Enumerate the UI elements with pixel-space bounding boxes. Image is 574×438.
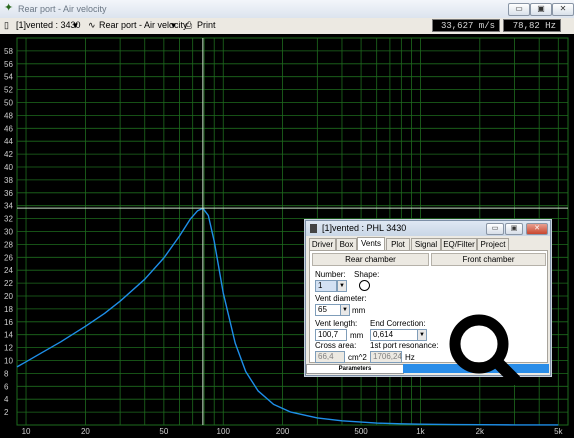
- y-tick-label: 48: [4, 111, 13, 120]
- y-tick-label: 8: [4, 369, 9, 378]
- vent-length-field[interactable]: 100,7: [315, 329, 347, 341]
- chevron-down-icon[interactable]: ▼: [71, 20, 80, 31]
- y-tick-label: 38: [4, 176, 13, 185]
- project-icon: ▯: [4, 20, 9, 30]
- dialog-minimize-button[interactable]: ▭: [486, 223, 504, 235]
- y-tick-label: 22: [4, 279, 13, 288]
- number-label: Number:: [315, 270, 346, 279]
- vent-length-unit: mm: [350, 331, 364, 340]
- y-tick-label: 34: [4, 202, 13, 211]
- tab-box[interactable]: Box: [336, 238, 357, 250]
- chevron-down-icon[interactable]: ▼: [417, 329, 427, 341]
- tab-vents[interactable]: Vents: [357, 237, 385, 251]
- x-tick-label: 500: [354, 427, 368, 436]
- graph-icon: ∿: [88, 20, 96, 30]
- x-tick-label: 100: [217, 427, 231, 436]
- front-chamber-button[interactable]: Front chamber: [431, 253, 546, 266]
- minimize-button[interactable]: ▭: [508, 3, 530, 16]
- chevron-down-icon[interactable]: ▼: [169, 20, 178, 31]
- y-tick-label: 30: [4, 228, 13, 237]
- y-tick-label: 12: [4, 344, 13, 353]
- y-tick-label: 36: [4, 189, 13, 198]
- peak-readout: 33,627 m/s peak: [432, 19, 500, 44]
- window-title: Rear port - Air velocity: [18, 4, 107, 14]
- y-tick-label: 52: [4, 86, 13, 95]
- y-tick-label: 32: [4, 215, 13, 224]
- y-tick-label: 50: [4, 99, 13, 108]
- end-correction-field[interactable]: 0,614: [370, 329, 418, 341]
- y-tick-label: 28: [4, 240, 13, 249]
- tab-driver[interactable]: Driver: [309, 238, 336, 250]
- vent-diameter-label: Vent diameter:: [315, 294, 367, 303]
- y-tick-label: 4: [4, 395, 9, 404]
- dialog-title-bar[interactable]: [1]vented : PHL 3430 ▭ ▣ ✕: [306, 221, 550, 236]
- y-tick-label: 20: [4, 292, 13, 301]
- printer-icon[interactable]: ⎙: [185, 19, 192, 32]
- vent-length-label: Vent length:: [315, 319, 358, 328]
- magnifier-cursor-icon: [449, 314, 520, 385]
- x-tick-label: 200: [276, 427, 290, 436]
- toolbar: ▯ [1]vented : 3430 ▼ ∿ Rear port - Air v…: [0, 18, 574, 44]
- y-tick-label: 16: [4, 318, 13, 327]
- dialog-maximize-button[interactable]: ▣: [505, 223, 523, 235]
- close-button[interactable]: ✕: [552, 3, 574, 16]
- number-select[interactable]: 1: [315, 280, 337, 292]
- x-tick-label: 1k: [416, 427, 425, 436]
- y-tick-label: 44: [4, 137, 13, 146]
- cross-area-field: 66,4: [315, 351, 345, 363]
- y-tick-label: 2: [4, 408, 9, 417]
- port-resonance-label: 1st port resonance:: [370, 341, 439, 350]
- x-tick-label: 2k: [476, 427, 485, 436]
- round-shape-icon[interactable]: [359, 280, 370, 291]
- y-tick-label: 18: [4, 305, 13, 314]
- x-tick-label: 10: [22, 427, 31, 436]
- parameters-label[interactable]: Parameters: [306, 364, 404, 374]
- rear-chamber-button[interactable]: Rear chamber: [312, 253, 429, 266]
- y-tick-label: 58: [4, 47, 13, 56]
- y-tick-label: 42: [4, 150, 13, 159]
- port-resonance-unit: Hz: [405, 353, 415, 362]
- print-button[interactable]: Print: [197, 19, 216, 32]
- tab-project[interactable]: Project: [477, 238, 509, 250]
- y-tick-label: 40: [4, 163, 13, 172]
- dialog-title: [1]vented : PHL 3430: [322, 223, 407, 233]
- maximize-button[interactable]: ▣: [530, 3, 552, 16]
- cross-area-unit: cm^2: [348, 353, 367, 362]
- chevron-down-icon[interactable]: ▼: [337, 280, 347, 292]
- y-tick-label: 46: [4, 124, 13, 133]
- y-tick-label: 54: [4, 73, 13, 82]
- document-icon: [310, 224, 317, 233]
- vent-diameter-unit: mm: [352, 306, 366, 315]
- tab-plot[interactable]: Plot: [386, 238, 410, 250]
- y-tick-label: 6: [4, 382, 9, 391]
- y-tick-label: 56: [4, 60, 13, 69]
- shape-label: Shape:: [354, 270, 380, 279]
- dialog-close-button[interactable]: ✕: [526, 223, 548, 235]
- app-icon: ✦: [4, 2, 14, 14]
- x-tick-label: 5k: [554, 427, 563, 436]
- x-tick-label: 20: [81, 427, 90, 436]
- cross-area-label: Cross area:: [315, 341, 357, 350]
- y-tick-label: 10: [4, 357, 13, 366]
- vent-diameter-field[interactable]: 65: [315, 304, 341, 316]
- chevron-down-icon[interactable]: ▼: [340, 304, 350, 316]
- title-bar: ✦ Rear port - Air velocity ▭ ▣ ✕: [0, 0, 574, 19]
- port-resonance-field: 1706,24: [370, 351, 402, 363]
- tab-eq-filter[interactable]: EQ/Filter: [441, 238, 477, 250]
- end-correction-label: End Correction:: [370, 319, 426, 328]
- y-tick-label: 26: [4, 253, 13, 262]
- y-tick-label: 24: [4, 266, 13, 275]
- frequency-readout: 78,82 Hz: [503, 19, 561, 32]
- tab-signal[interactable]: Signal: [411, 238, 441, 250]
- y-tick-label: 14: [4, 331, 13, 340]
- x-tick-label: 50: [159, 427, 168, 436]
